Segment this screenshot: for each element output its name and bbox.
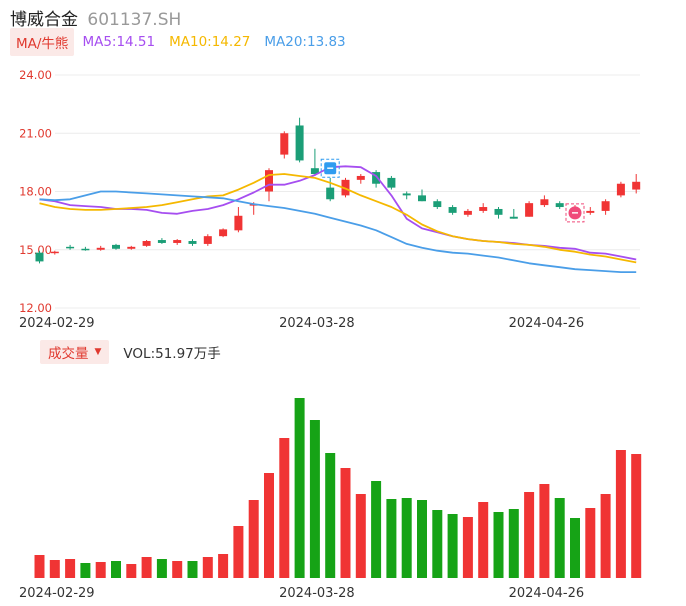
candle: [433, 201, 442, 208]
volume-bar: [309, 420, 320, 578]
candle: [540, 199, 549, 206]
volume-bar: [264, 473, 274, 578]
volume-bar: [202, 557, 213, 578]
volume-bar: [539, 484, 550, 578]
candle: [418, 195, 426, 202]
candle: [494, 208, 503, 215]
volume-bar: [340, 468, 351, 578]
volume-bar: [126, 564, 137, 578]
volume-bar: [156, 559, 167, 578]
candle: [188, 241, 197, 244]
volume-bar: [218, 554, 229, 578]
volume-bar: [524, 492, 535, 578]
volume-bar: [447, 514, 458, 578]
candle: [265, 170, 273, 192]
candlestick-chart[interactable]: 24.0021.0018.0015.0012.002024-02-29 2024-…: [0, 0, 686, 340]
volume-legend: 成交量 ▼ VOL:51.97万手: [40, 340, 221, 364]
volume-bar: [386, 499, 397, 578]
candle: [463, 210, 472, 215]
x-tick-label: 2024-02-29: [19, 316, 95, 331]
candle: [219, 229, 228, 237]
candle: [127, 246, 136, 249]
candle: [142, 241, 151, 246]
volume-bar: [279, 438, 290, 578]
candle: [234, 215, 243, 231]
candle: [66, 246, 75, 249]
y-tick-label: 24.00: [19, 68, 52, 82]
chevron-down-icon: ▼: [94, 347, 102, 357]
x-tick-label: 2024-03-28: [279, 316, 355, 331]
candle: [35, 252, 44, 262]
candle: [525, 203, 534, 217]
candle: [280, 133, 289, 155]
candle: [616, 183, 625, 196]
volume-bar: [233, 526, 244, 578]
volume-bar: [111, 561, 121, 578]
volume-bar: [401, 498, 412, 578]
y-tick-label: 18.00: [19, 185, 52, 199]
ma10-line: [39, 173, 637, 264]
volume-bar: [570, 518, 580, 578]
candle: [50, 251, 59, 254]
y-tick-label: 12.00: [19, 301, 52, 315]
candle: [555, 203, 564, 208]
candle: [326, 187, 335, 200]
x-tick-label: 2024-04-26: [509, 316, 585, 331]
buy-signal-icon: [320, 158, 340, 178]
candle: [601, 201, 610, 211]
volume-bar: [355, 494, 366, 578]
y-tick-label: 21.00: [19, 126, 52, 140]
volume-bar: [49, 560, 60, 578]
volume-bar: [80, 563, 91, 578]
volume-bar: [34, 555, 45, 578]
candle: [632, 181, 641, 190]
candle: [402, 193, 411, 196]
volume-bar: [95, 562, 106, 578]
volume-bar: [462, 517, 473, 578]
volume-bar: [325, 453, 336, 578]
candle: [387, 177, 396, 188]
volume-bar: [585, 508, 596, 578]
volume-bar: [493, 512, 504, 578]
volume-bar: [65, 559, 76, 578]
volume-bar: [187, 561, 198, 578]
candle: [479, 207, 488, 211]
candle: [586, 210, 595, 213]
candle: [112, 244, 120, 249]
volume-bar: [615, 450, 626, 578]
volume-value: VOL:51.97万手: [123, 346, 221, 362]
volume-bar: [600, 494, 611, 578]
volume-bar: [417, 500, 427, 578]
volume-bar: [141, 557, 152, 578]
ma5-line: [39, 165, 637, 261]
candle: [157, 240, 166, 243]
volume-tag-label: 成交量: [48, 346, 89, 362]
sell-signal-icon: [565, 203, 585, 223]
candle: [295, 125, 304, 161]
candle: [448, 207, 457, 213]
volume-indicator-button[interactable]: 成交量 ▼: [40, 340, 110, 364]
candle: [356, 175, 365, 180]
candle: [173, 240, 182, 243]
x-tick-label: 2024-04-26: [509, 586, 585, 601]
volume-bar: [478, 502, 489, 578]
candle: [81, 248, 90, 251]
volume-bar: [554, 498, 565, 578]
volume-bar: [432, 510, 443, 578]
volume-bar: [371, 481, 382, 578]
candle: [203, 236, 212, 244]
volume-bar: [294, 398, 305, 578]
candle: [509, 216, 518, 219]
volume-bar: [508, 509, 519, 578]
volume-bar: [172, 561, 183, 578]
x-tick-label: 2024-02-29: [19, 586, 95, 601]
candle: [96, 247, 105, 250]
x-tick-label: 2024-03-28: [279, 586, 355, 601]
volume-bar: [248, 500, 259, 578]
volume-bar: [631, 454, 642, 578]
